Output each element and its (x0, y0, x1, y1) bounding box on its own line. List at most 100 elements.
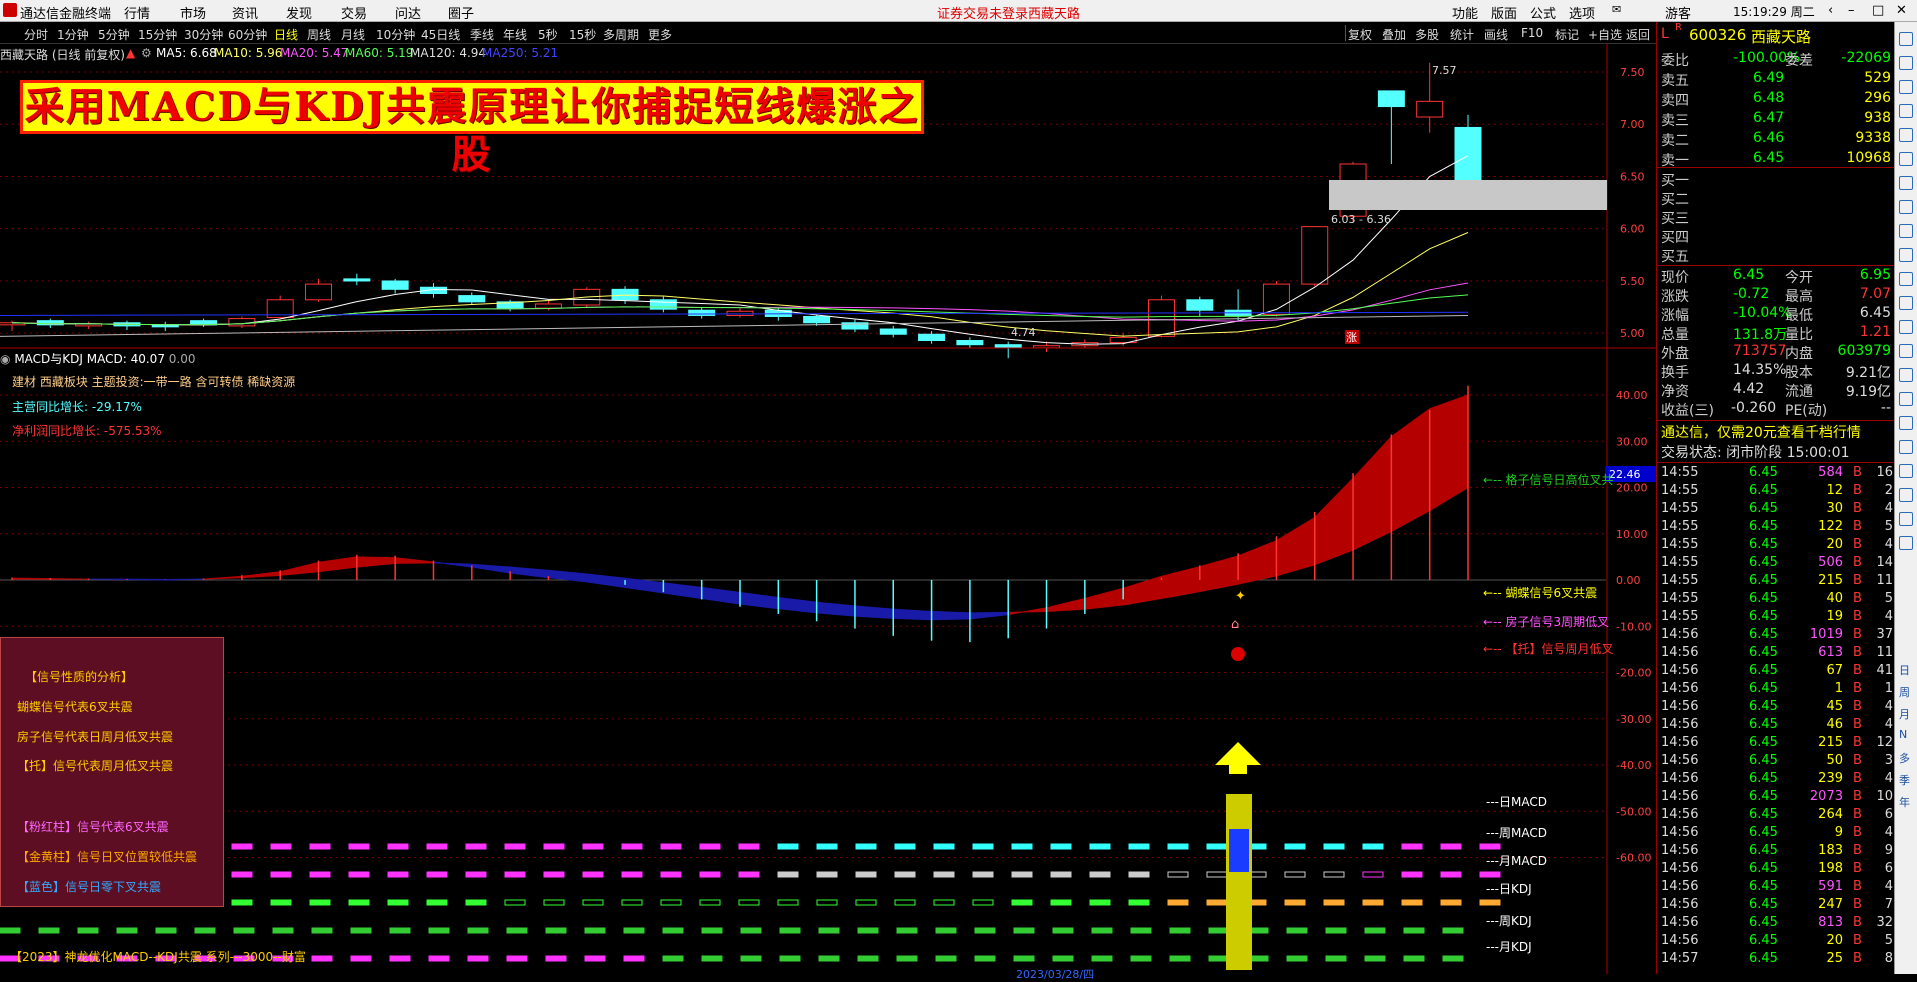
menu-item-shichang[interactable]: 市场 (180, 3, 206, 22)
candle-body[interactable] (344, 279, 370, 281)
menu-item-zixun[interactable]: 资讯 (232, 3, 258, 22)
menu-item-faxian[interactable]: 发现 (286, 3, 312, 22)
period-monthly[interactable]: 月线 (341, 26, 365, 43)
side-tool-icon[interactable] (1899, 296, 1913, 310)
period-30min[interactable]: 30分钟 (184, 26, 223, 43)
side-period-button[interactable]: 年 (1899, 794, 1910, 810)
period-10min[interactable]: 10分钟 (376, 26, 415, 43)
candle-body[interactable] (919, 334, 945, 340)
btn-biaoji[interactable]: 标记 (1555, 26, 1579, 43)
period-more[interactable]: 更多 (648, 26, 672, 43)
ask-row[interactable]: 卖五6.49529 (1661, 70, 1891, 89)
side-tool-icon[interactable] (1899, 536, 1913, 550)
candle-body[interactable] (689, 310, 715, 315)
side-period-button[interactable]: N (1899, 728, 1907, 741)
menu-gongshi[interactable]: 公式 (1530, 3, 1556, 22)
candle-body[interactable] (1187, 300, 1213, 310)
candle-body[interactable] (995, 345, 1021, 348)
period-45day[interactable]: 45日线 (421, 26, 460, 43)
candle-body[interactable] (1417, 101, 1443, 117)
side-tool-icon[interactable] (1899, 32, 1913, 46)
candle-body[interactable] (1378, 91, 1404, 107)
side-tool-icon[interactable] (1899, 344, 1913, 358)
side-tool-icon[interactable] (1899, 104, 1913, 118)
minimize-icon[interactable]: – (1848, 3, 1855, 18)
side-tool-icon[interactable] (1899, 176, 1913, 190)
candle-body[interactable] (459, 296, 485, 302)
side-tool-icon[interactable] (1899, 152, 1913, 166)
side-tool-icon[interactable] (1899, 368, 1913, 382)
side-tool-icon[interactable] (1899, 272, 1913, 286)
period-year[interactable]: 年线 (503, 26, 527, 43)
ask-row[interactable]: 卖二6.469338 (1661, 130, 1891, 149)
bid-row[interactable]: 买三 (1661, 208, 1891, 227)
period-1min[interactable]: 1分钟 (57, 26, 89, 43)
side-period-button[interactable]: 多 (1899, 750, 1910, 766)
chart-area[interactable]: 7.507.006.506.005.505.00 6.03 - 6.36 7.5… (0, 44, 1656, 974)
side-tool-icon[interactable] (1899, 464, 1913, 478)
btn-add-watchlist[interactable]: +自选 (1588, 26, 1622, 43)
bid-row[interactable]: 买一 (1661, 170, 1891, 189)
indicator-toggle-icon[interactable]: ◉ (0, 352, 10, 366)
upsell-ad[interactable]: 通达信，仅需20元查看千档行情 (1661, 422, 1891, 441)
side-tool-icon[interactable] (1899, 200, 1913, 214)
period-5min[interactable]: 5分钟 (98, 26, 130, 43)
candle-body[interactable] (957, 341, 983, 345)
btn-huaxian[interactable]: 画线 (1484, 26, 1508, 43)
menu-item-hangqing[interactable]: 行情 (124, 3, 150, 22)
btn-diejia[interactable]: 叠加 (1382, 26, 1406, 43)
period-multi[interactable]: 多周期 (603, 26, 639, 43)
menu-item-wenda[interactable]: 问达 (395, 3, 421, 22)
candle-body[interactable] (1148, 300, 1174, 337)
maximize-icon[interactable]: □ (1872, 3, 1884, 18)
candle-body[interactable] (306, 284, 332, 300)
side-tool-icon[interactable] (1899, 320, 1913, 334)
ask-row[interactable]: 卖三6.47938 (1661, 110, 1891, 129)
side-tool-icon[interactable] (1899, 80, 1913, 94)
side-tool-icon[interactable] (1899, 512, 1913, 526)
menu-banmian[interactable]: 版面 (1491, 3, 1517, 22)
period-quarter[interactable]: 季线 (470, 26, 494, 43)
candle-body[interactable] (1302, 227, 1328, 284)
bid-row[interactable]: 买五 (1661, 246, 1891, 265)
period-daily[interactable]: 日线 (274, 26, 298, 43)
btn-f10[interactable]: F10 (1521, 26, 1543, 40)
side-tool-icon[interactable] (1899, 488, 1913, 502)
back-arrow-icon[interactable]: ‹ (1828, 3, 1833, 18)
candle-body[interactable] (880, 329, 906, 334)
candle-body[interactable] (382, 281, 408, 289)
close-icon[interactable]: ✕ (1896, 3, 1907, 18)
macd-histogram[interactable] (12, 386, 1468, 642)
menu-item-quanzi[interactable]: 圈子 (448, 3, 474, 22)
btn-fuquan[interactable]: 复权 (1348, 26, 1372, 43)
guest-label[interactable]: 游客 (1665, 3, 1691, 22)
menu-xuanxiang[interactable]: 选项 (1569, 3, 1595, 22)
menu-item-jiaoyi[interactable]: 交易 (341, 3, 367, 22)
side-tool-icon[interactable] (1899, 128, 1913, 142)
menu-gongneng[interactable]: 功能 (1452, 3, 1478, 22)
candle-body[interactable] (535, 304, 561, 308)
period-15s[interactable]: 15秒 (569, 26, 596, 43)
period-fenshi[interactable]: 分时 (24, 26, 48, 43)
side-tool-icon[interactable] (1899, 248, 1913, 262)
side-period-button[interactable]: 日 (1899, 662, 1910, 678)
side-tool-icon[interactable] (1899, 440, 1913, 454)
btn-duogu[interactable]: 多股 (1415, 26, 1439, 43)
mail-icon[interactable]: ✉ (1612, 3, 1621, 16)
candle-body[interactable] (612, 289, 638, 299)
side-period-button[interactable]: 季 (1899, 772, 1910, 788)
period-60min[interactable]: 60分钟 (228, 26, 267, 43)
indicator-title[interactable]: MACD与KDJ (14, 352, 83, 366)
candle-body[interactable] (650, 300, 676, 309)
ask-row[interactable]: 卖四6.48296 (1661, 90, 1891, 109)
side-tool-icon[interactable] (1899, 392, 1913, 406)
period-15min[interactable]: 15分钟 (138, 26, 177, 43)
candle-body[interactable] (1455, 127, 1481, 179)
side-period-button[interactable]: 周 (1899, 684, 1910, 700)
side-tool-icon[interactable] (1899, 224, 1913, 238)
bid-row[interactable]: 买二 (1661, 189, 1891, 208)
login-notice[interactable]: 证券交易未登录 (937, 3, 1028, 22)
btn-tongji[interactable]: 统计 (1450, 26, 1474, 43)
side-tool-icon[interactable] (1899, 56, 1913, 70)
period-5s[interactable]: 5秒 (538, 26, 558, 43)
